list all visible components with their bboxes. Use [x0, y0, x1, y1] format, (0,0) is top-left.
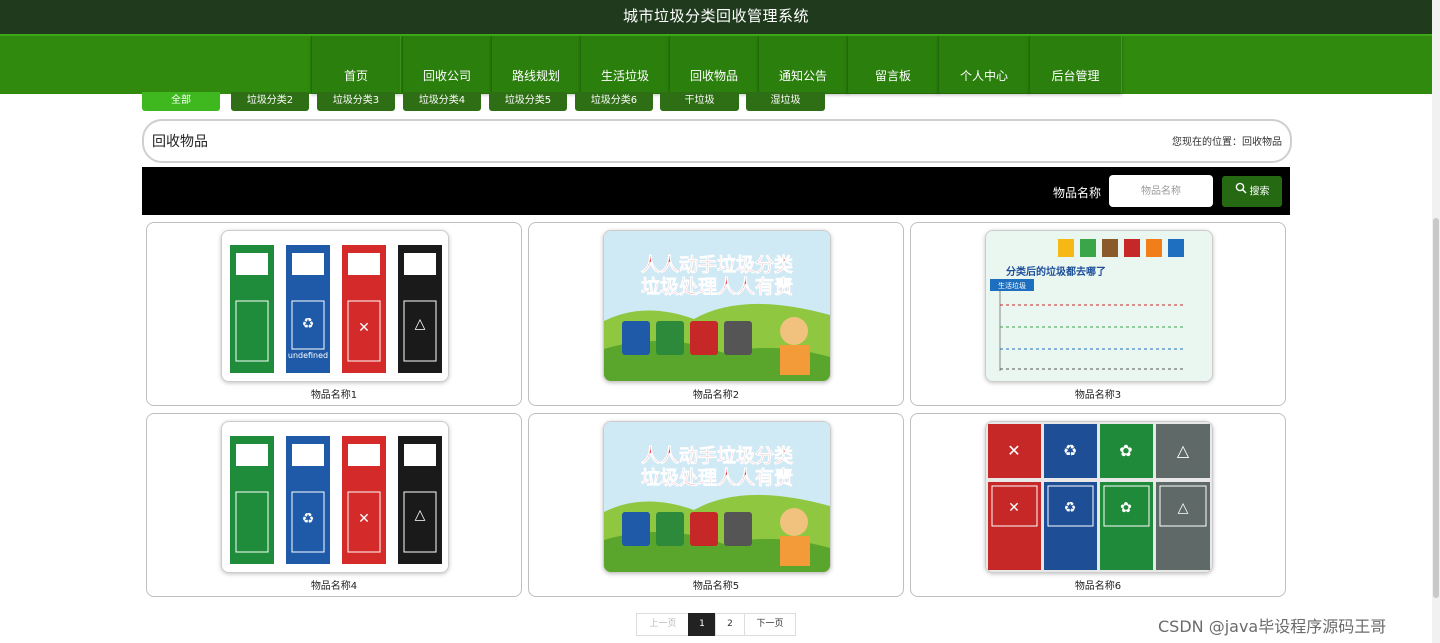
search-button[interactable]: 搜索 [1222, 176, 1282, 207]
item-card[interactable]: ♻ ✕ △ undefined 物品名称1 [146, 222, 522, 406]
breadcrumb: 您现在的位置：回收物品 [1172, 137, 1282, 148]
item-name[interactable]: 物品名称5 [529, 577, 903, 592]
category-dry-waste[interactable]: 干垃圾 [660, 92, 739, 111]
item-card[interactable]: ♻ ✕ △ 物品名称4 [146, 413, 522, 597]
item-image[interactable]: 分类后的垃圾都去哪了 生活垃圾 [985, 230, 1213, 382]
item-card[interactable]: 分类后的垃圾都去哪了 生活垃圾 物品名称3 [910, 222, 1286, 406]
svg-text:✕: ✕ [1007, 441, 1020, 460]
category-5[interactable]: 垃圾分类5 [489, 92, 567, 111]
svg-text:△: △ [415, 507, 426, 523]
page-title: 回收物品 [152, 134, 208, 150]
item-name[interactable]: 物品名称3 [911, 386, 1285, 401]
category-6[interactable]: 垃圾分类6 [575, 92, 653, 111]
svg-text:△: △ [415, 316, 426, 332]
svg-text:♻: ♻ [302, 316, 315, 332]
nav-item-recycling-company[interactable]: 回收公司 [402, 36, 492, 93]
nav-item-personal-center[interactable]: 个人中心 [938, 36, 1030, 93]
search-label: 物品名称 [1053, 186, 1102, 200]
svg-text:undefined: undefined [288, 351, 328, 360]
site-title: 城市垃圾分类回收管理系统 [622, 7, 809, 25]
search-button-label: 搜索 [1249, 186, 1270, 198]
item-card[interactable]: 人人动手垃圾分类 垃圾处理人人有责 物品名称5 [528, 413, 904, 597]
main-nav: 首页 回收公司 路线规划 生活垃圾 回收物品 通知公告 留言板 个人中心 后台管… [0, 34, 1432, 94]
nav-item-message-board[interactable]: 留言板 [847, 36, 939, 93]
page-scrollbar[interactable] [1432, 0, 1440, 643]
watermark: CSDN @java毕设程序源码王哥 [1158, 617, 1387, 636]
svg-text:✕: ✕ [358, 511, 370, 527]
prev-page-button[interactable]: 上一页 [636, 613, 690, 636]
svg-text:生活垃圾: 生活垃圾 [998, 281, 1026, 290]
category-wet-waste[interactable]: 湿垃圾 [746, 92, 825, 111]
item-image[interactable]: ♻ ✕ △ undefined [221, 230, 449, 382]
svg-text:♻: ♻ [302, 511, 315, 527]
item-name[interactable]: 物品名称1 [147, 386, 521, 401]
item-image[interactable]: ♻ ✕ △ [221, 421, 449, 573]
svg-text:♻: ♻ [1064, 500, 1077, 516]
breadcrumb-bar: 回收物品 您现在的位置：回收物品 [142, 119, 1292, 163]
site-header: 城市垃圾分类回收管理系统 [0, 0, 1432, 34]
svg-text:✕: ✕ [358, 320, 370, 336]
svg-text:人人动手垃圾分类: 人人动手垃圾分类 [641, 253, 793, 276]
svg-text:✿: ✿ [1120, 500, 1132, 516]
search-input[interactable] [1109, 175, 1213, 207]
nav-item-admin[interactable]: 后台管理 [1029, 36, 1122, 93]
svg-text:分类后的垃圾都去哪了: 分类后的垃圾都去哪了 [1006, 265, 1106, 278]
page-button-1[interactable]: 1 [688, 613, 716, 636]
category-4[interactable]: 垃圾分类4 [403, 92, 481, 111]
nav-item-home[interactable]: 首页 [311, 36, 401, 93]
nav-item-route-planning[interactable]: 路线规划 [491, 36, 581, 93]
scrollbar-thumb[interactable] [1433, 218, 1439, 598]
next-page-button[interactable]: 下一页 [744, 613, 796, 636]
search-icon [1235, 176, 1247, 207]
category-3[interactable]: 垃圾分类3 [317, 92, 395, 111]
item-card[interactable]: ✕ ♻ ✿ △ ✕ ♻ ✿ △ 物品名称6 [910, 413, 1286, 597]
svg-text:垃圾处理人人有责: 垃圾处理人人有责 [641, 466, 793, 489]
search-bar: 物品名称 搜索 [142, 167, 1290, 215]
svg-text:△: △ [1177, 441, 1190, 460]
svg-text:♻: ♻ [1063, 441, 1077, 460]
item-card[interactable]: 人人动手垃圾分类 垃圾处理人人有责 物品名称2 [528, 222, 904, 406]
svg-text:✿: ✿ [1119, 441, 1132, 460]
page-button-2[interactable]: 2 [715, 613, 745, 636]
nav-item-recycled-items[interactable]: 回收物品 [669, 36, 759, 93]
item-image[interactable]: ✕ ♻ ✿ △ ✕ ♻ ✿ △ [985, 421, 1213, 573]
svg-text:人人动手垃圾分类: 人人动手垃圾分类 [641, 444, 793, 467]
nav-item-notices[interactable]: 通知公告 [758, 36, 848, 93]
svg-text:△: △ [1178, 500, 1189, 516]
category-all[interactable]: 全部 [142, 92, 220, 111]
nav-item-household-waste[interactable]: 生活垃圾 [580, 36, 670, 93]
svg-text:✕: ✕ [1008, 500, 1020, 516]
item-name[interactable]: 物品名称6 [911, 577, 1285, 592]
category-2[interactable]: 垃圾分类2 [231, 92, 309, 111]
item-name[interactable]: 物品名称2 [529, 386, 903, 401]
item-image[interactable]: 人人动手垃圾分类 垃圾处理人人有责 [603, 421, 831, 573]
item-image[interactable]: 人人动手垃圾分类 垃圾处理人人有责 [603, 230, 831, 382]
item-name[interactable]: 物品名称4 [147, 577, 521, 592]
svg-text:垃圾处理人人有责: 垃圾处理人人有责 [641, 275, 793, 298]
